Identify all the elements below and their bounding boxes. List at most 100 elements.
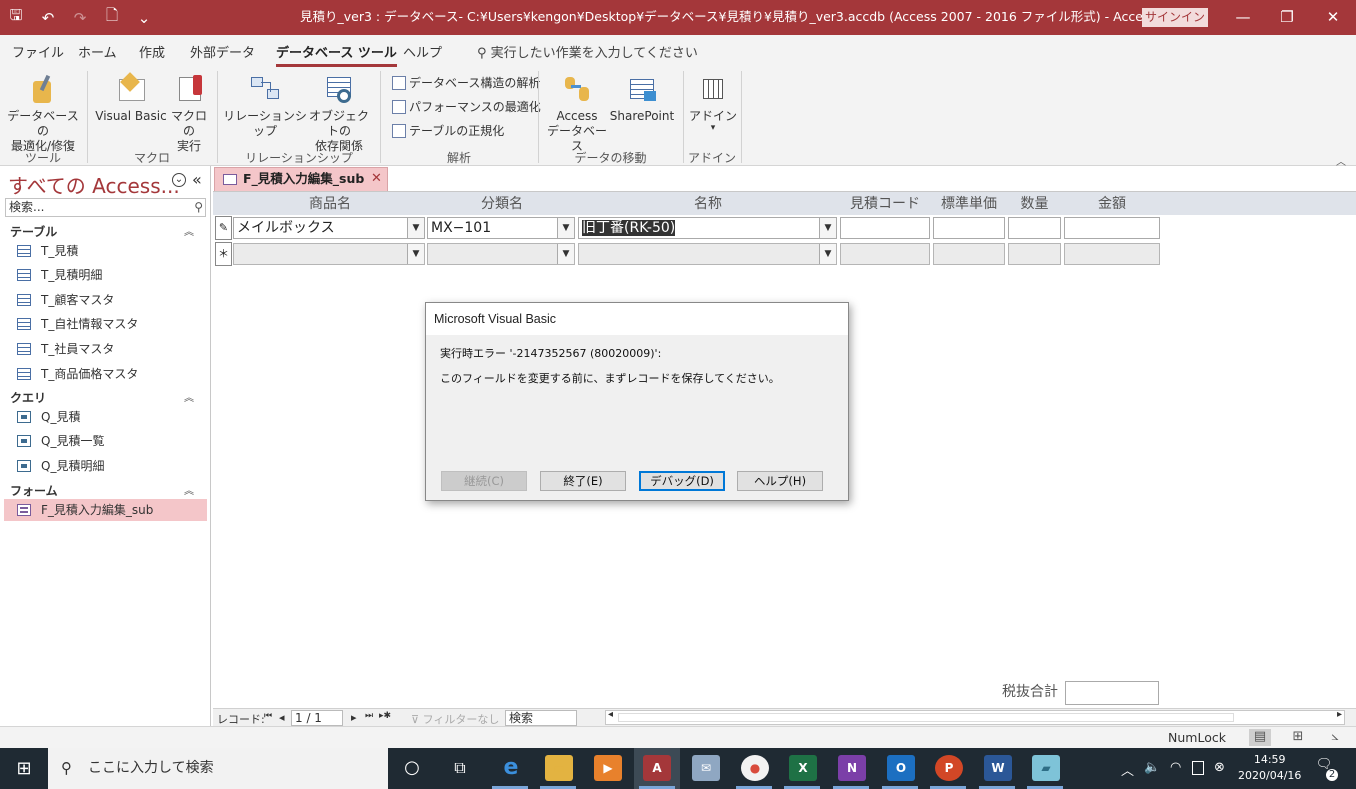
nav-item-table[interactable]: T_商品価格マスタ <box>4 363 207 385</box>
save-icon[interactable]: 🖫 <box>0 5 32 30</box>
nav-group-tables[interactable]: テーブル ︽ <box>10 223 200 240</box>
tab-database-tools[interactable]: データベース ツール <box>276 42 397 67</box>
dropdown-arrow-icon[interactable]: ▼ <box>557 218 574 238</box>
nav-item-query[interactable]: Q_見積一覧 <box>4 430 207 452</box>
nav-item-table[interactable]: T_顧客マスタ <box>4 289 207 311</box>
tab-external-data[interactable]: 外部データ <box>190 42 255 61</box>
dropdown-arrow-icon[interactable]: ▼ <box>557 244 574 264</box>
disconnected-icon[interactable]: ⊗ <box>1214 760 1225 775</box>
wifi-icon[interactable]: ◠ <box>1170 760 1181 775</box>
compact-repair-button[interactable]: データベースの 最適化/修復 <box>4 69 82 154</box>
scrollbar-thumb[interactable] <box>618 713 1234 722</box>
relationships-button[interactable]: リレーションシップ <box>222 69 308 139</box>
edge-icon[interactable]: e <box>497 755 525 781</box>
nav-menu-icon[interactable]: ⌄ <box>172 173 186 187</box>
nav-group-forms[interactable]: フォーム ︽ <box>10 482 200 499</box>
document-tab[interactable]: F_見積入力編集_sub ✕ <box>214 167 388 191</box>
tell-me-search[interactable]: ⚲ 実行したい作業を入力してください <box>477 42 698 61</box>
excel-icon[interactable]: X <box>789 755 817 781</box>
tab-home[interactable]: ホーム <box>78 42 117 61</box>
file-explorer-icon[interactable]: ▭ <box>545 755 573 781</box>
form-view-icon[interactable]: ▤ <box>1249 729 1271 746</box>
tab-file[interactable]: ファイル <box>12 42 64 61</box>
filter-indicator[interactable]: ⊽ フィルターなし <box>411 711 499 727</box>
current-record-input[interactable]: 1 / 1 <box>291 710 343 726</box>
volume-icon[interactable]: 🔈 <box>1144 760 1160 775</box>
close-button[interactable]: ✕ <box>1310 0 1356 35</box>
word-icon[interactable]: W <box>984 755 1012 781</box>
name-combo[interactable]: 旧丁番(RK-50) ▼ <box>578 217 837 239</box>
first-record-icon[interactable]: ⏮ <box>264 711 272 721</box>
design-view-icon[interactable]: ⦣ <box>1324 729 1346 746</box>
quantity-field[interactable] <box>1008 217 1061 239</box>
record-selector-editing[interactable]: ✎ <box>215 216 232 240</box>
nav-search-input[interactable]: 検索... ⚲ <box>5 198 206 217</box>
show-hidden-icons-chevron-icon[interactable]: ︿ <box>1121 760 1134 779</box>
task-view-icon[interactable]: ⧉ <box>446 755 474 781</box>
powerpoint-icon[interactable]: P <box>935 755 963 781</box>
analyze-table-button[interactable]: テーブルの正規化 <box>392 122 504 139</box>
record-search-input[interactable]: 検索 <box>505 710 577 726</box>
nav-item-table[interactable]: T_見積 <box>4 240 207 262</box>
layout-view-icon[interactable]: ⊞ <box>1287 729 1309 746</box>
last-record-icon[interactable]: ⏭ <box>365 711 373 721</box>
customize-qat-icon[interactable]: ⌄ <box>128 9 160 27</box>
close-tab-icon[interactable]: ✕ <box>371 168 382 190</box>
nav-item-query[interactable]: Q_見積明細 <box>4 455 207 477</box>
media-player-icon[interactable]: ▶ <box>594 755 622 781</box>
database-documenter-button[interactable]: データベース構造の解析 <box>392 74 540 91</box>
undo-icon[interactable]: ↶ <box>32 9 64 27</box>
battery-icon[interactable] <box>1192 761 1204 775</box>
new-record-selector[interactable]: ＊ <box>215 242 232 266</box>
product-combo[interactable]: メイルボックス ▼ <box>233 217 425 239</box>
dropdown-arrow-icon[interactable]: ▼ <box>407 218 424 238</box>
unit-price-field[interactable] <box>933 217 1005 239</box>
next-record-icon[interactable]: ▸ <box>351 711 357 724</box>
help-button[interactable]: ヘルプ(H) <box>737 471 823 491</box>
dropdown-arrow-icon[interactable]: ▼ <box>407 244 424 264</box>
category-combo[interactable]: ▼ <box>427 243 575 265</box>
product-combo[interactable]: ▼ <box>233 243 425 265</box>
name-combo[interactable]: ▼ <box>578 243 837 265</box>
restore-button[interactable]: ❐ <box>1264 0 1310 35</box>
dropdown-arrow-icon[interactable]: ▼ <box>819 244 836 264</box>
nav-item-query[interactable]: Q_見積 <box>4 406 207 428</box>
object-dependencies-button[interactable]: オブジェクトの 依存関係 <box>306 69 372 154</box>
estimate-code-field[interactable] <box>840 243 930 265</box>
collapse-ribbon-icon[interactable]: ︿ <box>1336 153 1346 168</box>
access-database-button[interactable]: Access データベース <box>544 69 610 154</box>
new-record-icon[interactable]: ▸✱ <box>379 711 391 721</box>
tab-create[interactable]: 作成 <box>139 42 165 61</box>
tab-help[interactable]: ヘルプ <box>403 42 442 61</box>
chrome-icon[interactable]: ● <box>741 755 769 781</box>
redo-icon[interactable]: ↷ <box>64 9 96 27</box>
action-center-icon[interactable]: 🗨 2 <box>1312 757 1338 781</box>
dropdown-arrow-icon[interactable]: ▼ <box>819 218 836 238</box>
nav-item-table[interactable]: T_社員マスタ <box>4 338 207 360</box>
shutter-bar-icon[interactable]: « <box>192 170 202 189</box>
system-clock[interactable]: 14:59 2020/04/16 <box>1238 752 1301 784</box>
subtotal-field[interactable] <box>1065 681 1159 705</box>
mail-icon[interactable]: ✉ <box>692 755 720 781</box>
outlook-icon[interactable]: O <box>887 755 915 781</box>
nav-group-queries[interactable]: クエリ ︽ <box>10 389 200 406</box>
print-preview-icon[interactable]: 🗋 <box>96 5 128 30</box>
windows-start-icon[interactable]: ⊞ <box>0 748 48 789</box>
nav-item-table[interactable]: T_自社情報マスタ <box>4 313 207 335</box>
nav-pane-title[interactable]: すべての Access... <box>8 170 180 199</box>
horizontal-scrollbar[interactable]: ◂ ▸ <box>605 709 1345 725</box>
nav-item-form[interactable]: F_見積入力編集_sub <box>4 499 207 521</box>
minimize-button[interactable]: — <box>1220 0 1266 35</box>
amount-field[interactable] <box>1064 217 1160 239</box>
notes-app-icon[interactable]: ▰ <box>1032 755 1060 781</box>
sharepoint-button[interactable]: SharePoint <box>608 69 676 124</box>
end-button[interactable]: 終了(E) <box>540 471 626 491</box>
run-macro-button[interactable]: マクロの 実行 <box>166 69 212 154</box>
onenote-icon[interactable]: N <box>838 755 866 781</box>
analyze-performance-button[interactable]: パフォーマンスの最適化 <box>392 98 541 115</box>
cortana-icon[interactable]: ○ <box>398 755 426 781</box>
continue-button[interactable]: 継続(C) <box>441 471 527 491</box>
previous-record-icon[interactable]: ◂ <box>279 711 285 724</box>
visual-basic-button[interactable]: Visual Basic <box>94 69 168 124</box>
unit-price-field[interactable] <box>933 243 1005 265</box>
